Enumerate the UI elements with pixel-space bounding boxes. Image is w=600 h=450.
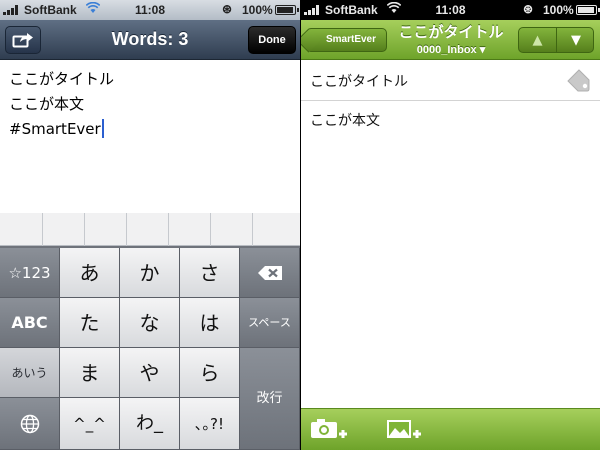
status-bar: SoftBank 11:08 ⊛ 100% xyxy=(0,0,300,20)
editor-line-tag-text: #SmartEver xyxy=(9,120,101,138)
key-ya[interactable]: や xyxy=(120,348,180,398)
next-note-button[interactable]: ▼ xyxy=(557,28,593,52)
key-return[interactable]: 改行 xyxy=(240,348,300,450)
rotation-lock-icon: ⊛ xyxy=(222,2,233,16)
note-navigation-segment: ▲ ▼ xyxy=(518,27,594,53)
viewer-navbar: SmartEver ここがタイトル 0000_Inbox ▾ ▲ ▼ xyxy=(301,20,600,60)
rotation-lock-icon: ⊛ xyxy=(523,2,534,16)
editor-line-tag: #SmartEver xyxy=(9,118,291,143)
back-button-label: SmartEver xyxy=(325,34,377,45)
key-emoticon[interactable]: ^_^ xyxy=(60,398,120,450)
key-backspace[interactable] xyxy=(240,248,300,298)
key-a[interactable]: あ xyxy=(60,248,120,298)
key-ha[interactable]: は xyxy=(180,298,240,348)
suggestion-bar xyxy=(0,213,300,246)
editor-navbar: Words: 3 Done xyxy=(0,20,300,60)
status-bar: SoftBank 11:08 ⊛ 100% xyxy=(301,0,600,20)
editor-line-body: ここが本文 xyxy=(9,95,85,113)
note-body-text: ここが本文 xyxy=(310,113,380,129)
text-caret xyxy=(101,119,104,138)
battery-icon xyxy=(576,5,600,15)
key-globe[interactable] xyxy=(0,398,60,450)
done-button[interactable]: Done xyxy=(248,26,296,54)
editor-line-title: ここがタイトル xyxy=(9,70,115,88)
note-title-header: ここがタイトル xyxy=(398,23,504,41)
key-na[interactable]: な xyxy=(120,298,180,348)
back-button[interactable]: SmartEver xyxy=(307,28,387,52)
previous-note-button[interactable]: ▲ xyxy=(519,28,557,52)
battery-percent: 100% xyxy=(543,3,574,17)
add-camera-button[interactable] xyxy=(309,415,353,445)
key-kana[interactable]: あいう xyxy=(0,348,60,398)
globe-icon xyxy=(20,414,39,434)
note-title-text: ここがタイトル xyxy=(310,74,408,90)
key-space[interactable]: スペース xyxy=(240,298,300,348)
camera-add-icon xyxy=(311,419,347,438)
battery-icon xyxy=(275,5,299,15)
share-button[interactable] xyxy=(5,26,41,54)
key-wa[interactable]: わ_ xyxy=(120,398,180,450)
tag-icon[interactable] xyxy=(566,67,592,97)
key-ra[interactable]: ら xyxy=(180,348,240,398)
key-ma[interactable]: ま xyxy=(60,348,120,398)
backspace-icon xyxy=(257,266,282,280)
editor-screen: SoftBank 11:08 ⊛ 100% Words: 3 Done ここがタ… xyxy=(0,0,300,450)
key-abc[interactable]: ABC xyxy=(0,298,60,348)
japanese-keyboard: ☆123 あ か さ ABC た な は スペース あいう ま や ら 改行 ^… xyxy=(0,213,300,450)
key-ka[interactable]: か xyxy=(120,248,180,298)
key-ta[interactable]: た xyxy=(60,298,120,348)
word-count-title: Words: 3 xyxy=(111,29,189,49)
add-image-button[interactable] xyxy=(385,415,429,445)
note-editor[interactable]: ここがタイトル ここが本文 #SmartEver xyxy=(0,61,300,213)
viewer-toolbar xyxy=(301,408,600,450)
image-add-icon xyxy=(387,420,421,438)
key-sa[interactable]: さ xyxy=(180,248,240,298)
note-title-row[interactable]: ここがタイトル xyxy=(301,60,600,101)
battery-percent: 100% xyxy=(242,3,273,17)
share-icon xyxy=(12,33,33,48)
viewer-screen: SoftBank 11:08 ⊛ 100% SmartEver ここがタイトル … xyxy=(301,0,600,450)
notebook-selector[interactable]: 0000_Inbox ▾ xyxy=(389,43,513,56)
key-symbols-123[interactable]: ☆123 xyxy=(0,248,60,298)
key-punctuation[interactable]: ､｡?! xyxy=(180,398,240,450)
